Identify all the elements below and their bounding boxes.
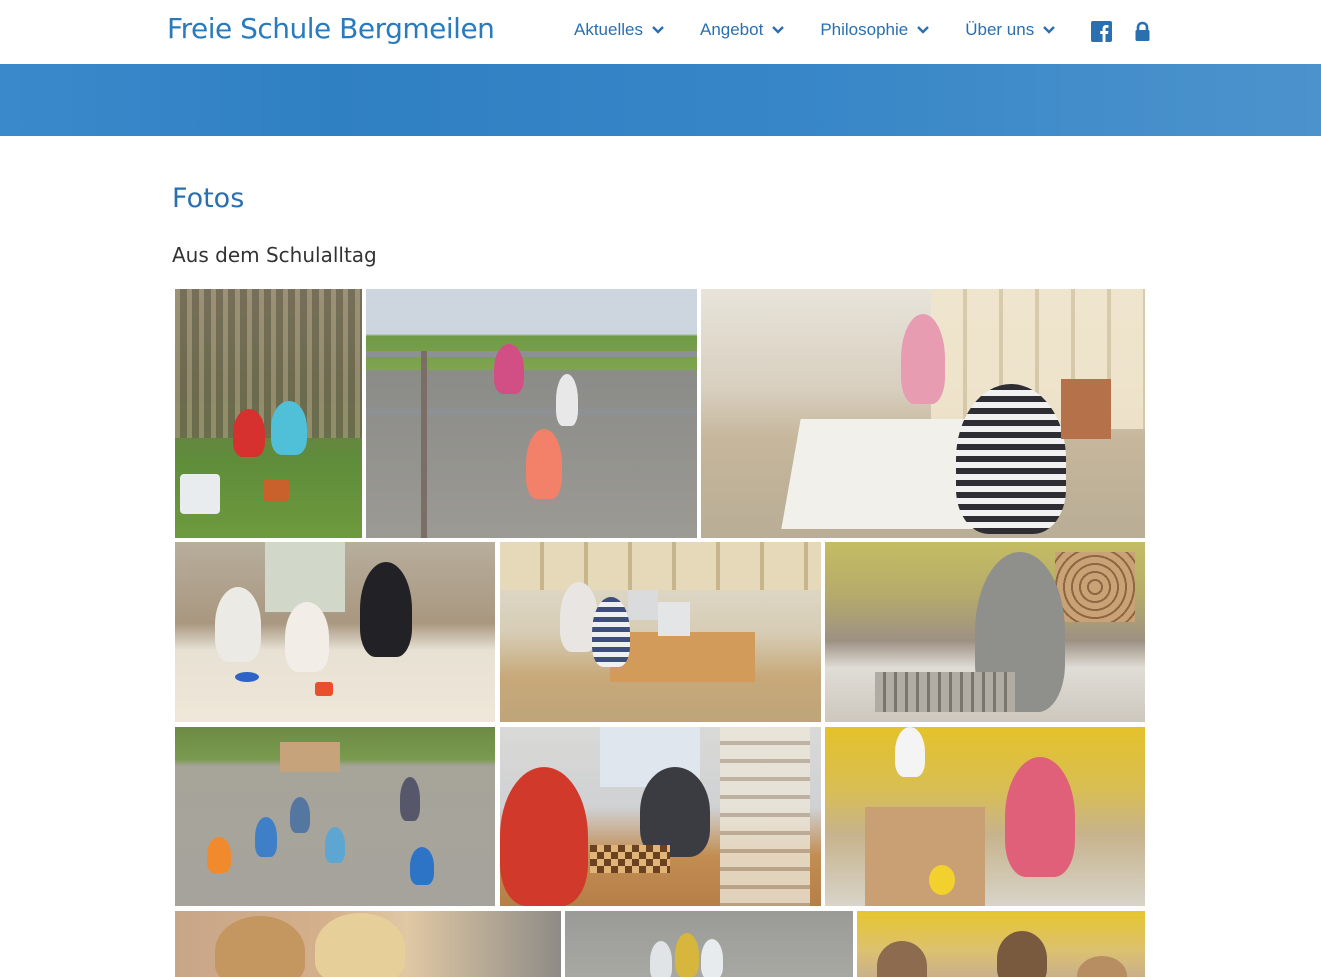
page-title: Fotos — [172, 183, 245, 214]
nav-item-philosophie[interactable]: Philosophie — [820, 20, 930, 40]
social-links — [1091, 21, 1153, 42]
nav-item-label: Angebot — [699, 20, 764, 39]
gallery-photo[interactable] — [825, 542, 1145, 722]
top-navigation-bar: Freie Schule Bergmeilen Aktuelles Angebo… — [0, 0, 1321, 64]
lock-icon[interactable] — [1132, 21, 1153, 42]
chevron-down-icon — [917, 26, 930, 34]
chevron-down-icon — [772, 26, 785, 34]
gallery-subtitle: Aus dem Schulalltag — [172, 243, 377, 267]
gallery-photo[interactable] — [366, 289, 697, 538]
gallery-photo[interactable] — [857, 911, 1145, 977]
gallery-photo[interactable] — [500, 542, 821, 722]
nav-item-label: Aktuelles — [574, 20, 643, 39]
gallery-photo[interactable] — [175, 911, 561, 977]
nav-item-ueber-uns[interactable]: Über uns — [965, 20, 1056, 40]
header-banner — [0, 64, 1321, 136]
main-nav: Aktuelles Angebot Philosophie Über uns — [574, 20, 1091, 40]
site-logo-title[interactable]: Freie Schule Bergmeilen — [167, 12, 495, 45]
nav-item-label: Philosophie — [820, 20, 909, 39]
gallery-photo[interactable] — [701, 289, 1145, 538]
nav-item-label: Über uns — [965, 20, 1035, 39]
gallery-photo[interactable] — [500, 727, 821, 906]
chevron-down-icon — [1043, 26, 1056, 34]
chevron-down-icon — [652, 26, 664, 34]
facebook-icon[interactable] — [1091, 21, 1112, 42]
gallery-photo[interactable] — [175, 542, 495, 722]
gallery-photo[interactable] — [565, 911, 853, 977]
nav-item-aktuelles[interactable]: Aktuelles — [574, 20, 665, 40]
gallery-photo[interactable] — [175, 727, 495, 906]
nav-item-angebot[interactable]: Angebot — [700, 20, 785, 40]
gallery-photo[interactable] — [825, 727, 1145, 906]
gallery-photo[interactable] — [175, 289, 362, 538]
